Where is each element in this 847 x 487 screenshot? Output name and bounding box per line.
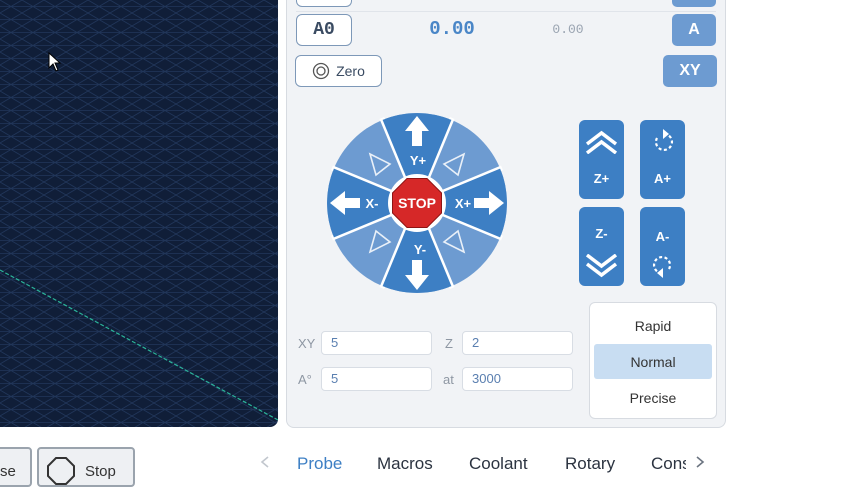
z-step-input[interactable]: 2 bbox=[462, 331, 573, 355]
pause-button-label: se bbox=[0, 463, 16, 480]
jog-a-plus-label: A+ bbox=[654, 171, 671, 186]
mouse-pointer-icon bbox=[48, 52, 62, 72]
feed-rate-label: at bbox=[443, 372, 454, 387]
zero-xy-button[interactable]: XY bbox=[663, 55, 717, 87]
xy-step-label: XY bbox=[298, 336, 316, 351]
tab-rotary[interactable]: Rotary bbox=[565, 454, 615, 474]
stop-button-label: Stop bbox=[85, 463, 116, 480]
jog-speed-selector: Rapid Normal Precise bbox=[589, 302, 717, 419]
jog-a-minus-button[interactable]: A- bbox=[640, 207, 685, 286]
work-position-a: 0.00 bbox=[429, 18, 475, 40]
feed-rate-input[interactable]: 3000 bbox=[462, 367, 573, 391]
jog-x-plus-label: X+ bbox=[455, 196, 472, 211]
jog-z-minus-label: Z- bbox=[595, 226, 608, 241]
speed-option-rapid[interactable]: Rapid bbox=[594, 308, 712, 343]
tab-probe[interactable]: Probe bbox=[297, 454, 342, 474]
jog-z-plus-label: Z+ bbox=[593, 171, 610, 186]
xy-jog-pad: STOP Y+ Y- X+ X- bbox=[327, 113, 507, 293]
tab-coolant[interactable]: Coolant bbox=[469, 454, 528, 474]
pause-button[interactable]: se bbox=[0, 447, 32, 487]
stop-button[interactable]: Stop bbox=[37, 447, 135, 487]
jog-a-plus-button[interactable]: A+ bbox=[640, 120, 685, 199]
zero-a-button[interactable]: A bbox=[672, 14, 716, 46]
speed-option-precise[interactable]: Precise bbox=[594, 380, 712, 415]
axis-label-a: A0 bbox=[296, 14, 352, 46]
visualizer-grid bbox=[0, 0, 278, 427]
zero-all-button[interactable]: Zero bbox=[295, 55, 382, 87]
target-icon bbox=[312, 62, 330, 80]
a-step-input[interactable]: 5 bbox=[321, 367, 432, 391]
row-divider bbox=[296, 11, 716, 12]
chevron-up-double-icon bbox=[585, 130, 618, 154]
rotate-ccw-icon bbox=[654, 129, 674, 151]
jog-a-minus-label: A- bbox=[655, 229, 670, 244]
axis-label-prev bbox=[296, 0, 352, 7]
tab-console-clip: Cons bbox=[651, 454, 686, 476]
xy-step-input[interactable]: 5 bbox=[321, 331, 432, 355]
jog-y-minus-label: Y- bbox=[414, 242, 426, 257]
octagon-icon bbox=[47, 457, 75, 485]
zero-axis-button-prev[interactable] bbox=[672, 0, 716, 7]
chevron-down-double-icon bbox=[585, 254, 618, 278]
a-step-label: A° bbox=[298, 372, 312, 387]
machine-position-a: 0.00 bbox=[552, 22, 584, 37]
tab-console[interactable]: Cons bbox=[651, 454, 686, 474]
visualizer-viewport[interactable] bbox=[0, 0, 278, 427]
tab-macros[interactable]: Macros bbox=[377, 454, 433, 474]
z-step-label: Z bbox=[445, 336, 453, 351]
jog-z-plus-button[interactable]: Z+ bbox=[579, 120, 624, 199]
jog-y-plus-label: Y+ bbox=[410, 153, 427, 168]
jog-x-minus-label: X- bbox=[366, 196, 379, 211]
rotate-cw-icon bbox=[652, 256, 672, 278]
zero-button-label: Zero bbox=[336, 63, 365, 79]
jog-z-minus-button[interactable]: Z- bbox=[579, 207, 624, 286]
chevron-left-icon[interactable] bbox=[259, 455, 271, 469]
speed-option-normal[interactable]: Normal bbox=[594, 344, 712, 379]
chevron-right-icon[interactable] bbox=[694, 455, 706, 469]
stop-jog-label: STOP bbox=[398, 195, 436, 211]
